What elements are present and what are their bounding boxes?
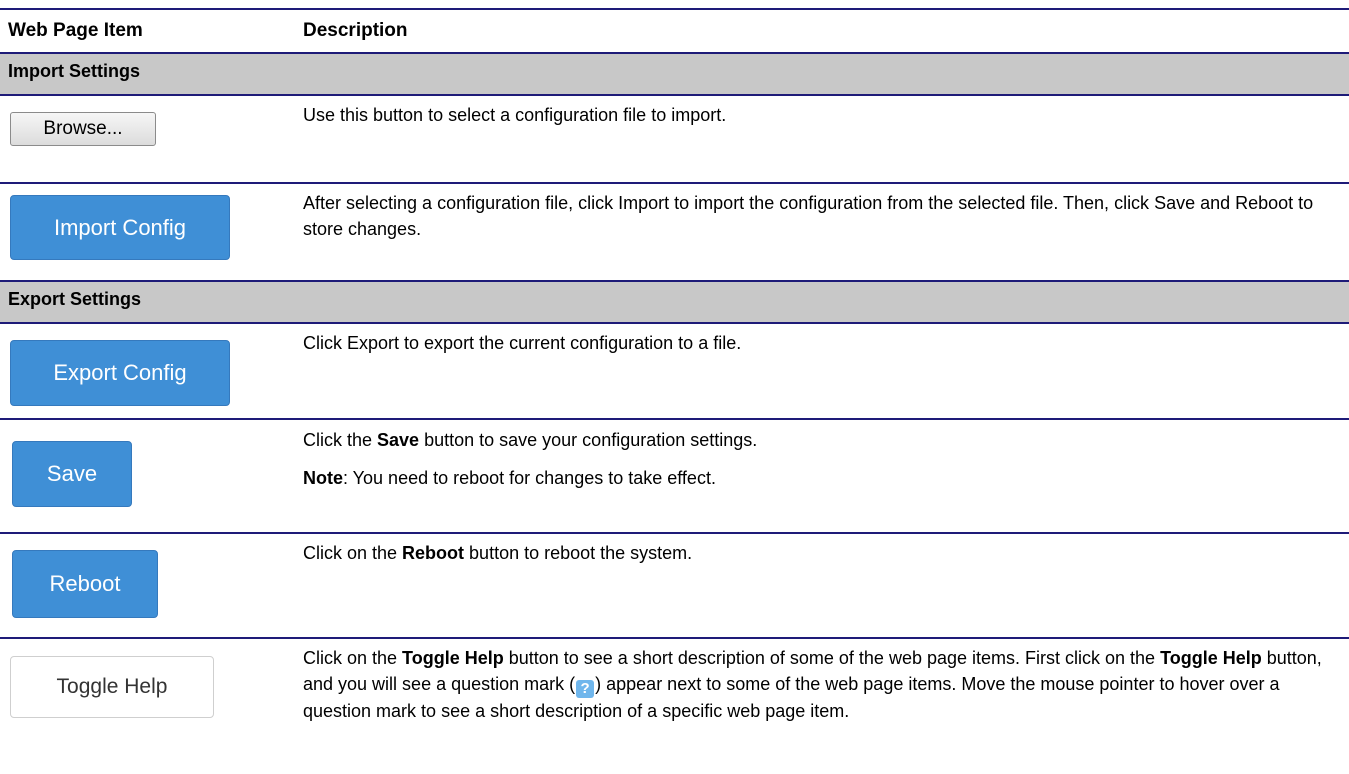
text: Click on the [303,543,403,563]
browse-button[interactable]: Browse... [10,112,156,146]
reboot-description: Click on the Reboot button to reboot the… [303,540,1343,566]
text: Click the [303,430,378,450]
row-description: Click on the Toggle Help button to see a… [303,645,1333,724]
section-import-settings: Import Settings [0,54,1349,94]
text: button to save your configuration settin… [419,430,758,450]
question-mark-icon: ? [576,680,595,698]
table-row: Save Click the Save button to save your … [0,420,1349,532]
row-description: After selecting a configuration file, cl… [303,190,1343,242]
import-config-description: After selecting a configuration file, cl… [303,193,1314,239]
text: button to reboot the system. [464,543,693,563]
column-header-item: Web Page Item [8,20,143,41]
row-description: Click Export to export the current confi… [303,330,1343,356]
bold-text: Toggle Help [402,648,504,668]
bold-text: Save [377,430,420,450]
save-note: Note: You need to reboot for changes to … [303,465,1343,491]
table-row: Toggle Help Click on the Toggle Help but… [0,639,1349,774]
row-description: Use this button to select a configuratio… [303,102,1343,128]
save-description: Click the Save button to save your confi… [303,427,1343,453]
table-row: Import Config After selecting a configur… [0,184,1349,280]
row-description: Click on the Reboot button to reboot the… [303,540,1343,566]
save-button[interactable]: Save [12,441,132,507]
reboot-button[interactable]: Reboot [12,550,158,618]
column-header-description: Description [303,20,408,41]
section-export-settings: Export Settings [0,282,1349,322]
table-row: Export Config Click Export to export the… [0,324,1349,418]
section-title: Import Settings [8,61,141,81]
row-description: Click the Save button to save your confi… [303,427,1343,491]
note-text: : You need to reboot for changes to take… [343,468,716,488]
toggle-help-description: Click on the Toggle Help button to see a… [303,645,1333,724]
text: button to see a short description of som… [503,648,1161,668]
text: Click on the [303,648,403,668]
export-config-description: Click Export to export the current confi… [303,333,742,353]
table-header-row: Web Page Item Description [0,10,1349,52]
bold-text: Toggle Help [1160,648,1262,668]
table-row: Browse... Use this button to select a co… [0,96,1349,182]
export-config-button[interactable]: Export Config [10,340,230,406]
toggle-help-button[interactable]: Toggle Help [10,656,214,718]
browse-description: Use this button to select a configuratio… [303,105,727,125]
note-label: Note [303,468,343,488]
bold-text: Reboot [402,543,465,563]
section-title: Export Settings [8,289,142,309]
import-config-button[interactable]: Import Config [10,195,230,260]
table-row: Reboot Click on the Reboot button to reb… [0,534,1349,637]
